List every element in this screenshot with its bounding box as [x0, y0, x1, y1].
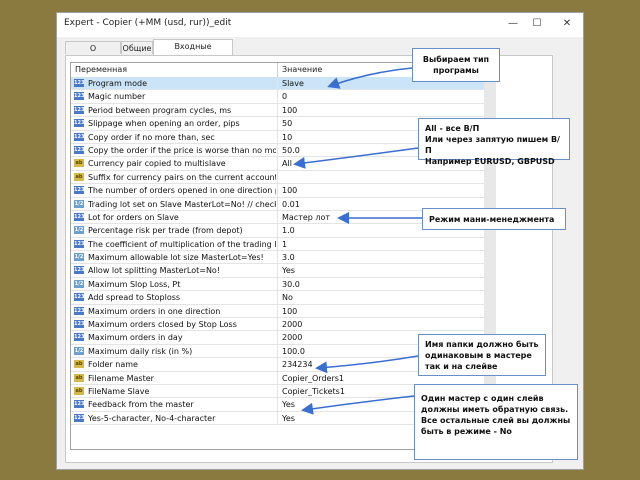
callout-line: Имя папки должно быть [425, 340, 539, 349]
callout-line: Режим мани-менеджмента [429, 215, 555, 224]
callout-line: Один мастер с один слейв [421, 394, 544, 403]
arrow-feedback [301, 395, 415, 415]
callout-line: быть в режиме - No [421, 427, 512, 436]
callout-line: Или через запятую пишем В/П [425, 135, 560, 155]
callout-money-management: Режим мани-менеджмента [422, 208, 566, 230]
callout-line: должны иметь обратную связь. [421, 405, 569, 414]
callout-line: Выбираем тип [422, 55, 490, 64]
callout-folder-name: Имя папки должно быть одинаковым в масте… [418, 334, 546, 376]
arrow-folder-name [315, 355, 419, 374]
arrow-program-mode [327, 67, 413, 89]
callout-line: програмы [433, 66, 479, 75]
callout-line: Все остальные слей вы должны [421, 416, 571, 425]
callout-program-type: Выбираем тип програмы [412, 48, 500, 82]
callout-line: Например EURUSD, GBPUSD [425, 157, 555, 166]
callout-line: так и на слейве [425, 362, 498, 371]
callout-currency-pairs: All - все В/П Или через запятую пишем В/… [418, 118, 570, 166]
arrow-currency-pair [293, 147, 419, 169]
callout-feedback: Один мастер с один слейв должны иметь об… [414, 384, 578, 460]
callout-line: одинаковым в мастере [425, 351, 532, 360]
callout-line: All - все В/П [425, 124, 480, 133]
